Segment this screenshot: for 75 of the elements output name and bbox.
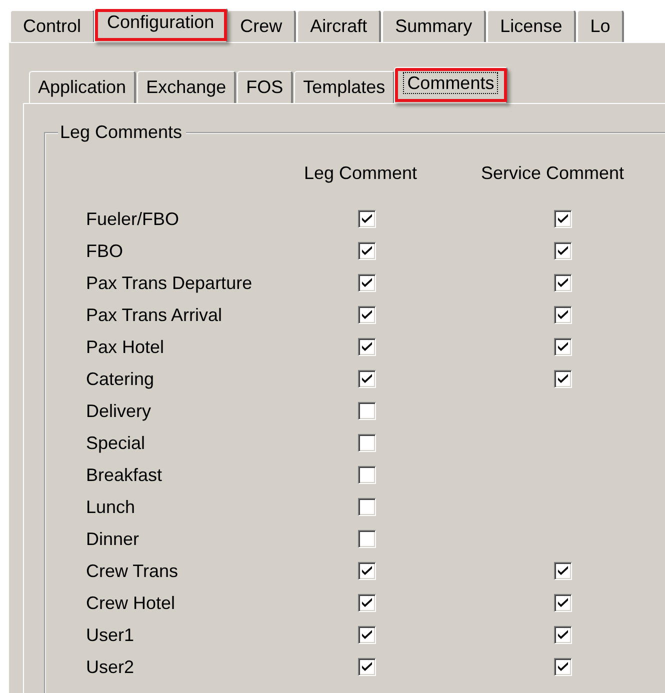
checkbox[interactable] [554, 242, 572, 260]
row-label: Pax Hotel [86, 336, 164, 356]
row-label: Crew Trans [86, 560, 178, 580]
checkmark-icon [558, 630, 568, 639]
checkbox[interactable] [554, 210, 572, 228]
checkbox[interactable] [358, 242, 376, 260]
checkbox[interactable] [358, 210, 376, 228]
checkbox[interactable] [554, 626, 572, 644]
checkmark-icon [558, 278, 568, 287]
checkbox[interactable] [358, 402, 376, 420]
row-label: Special [86, 432, 146, 452]
checkbox[interactable] [554, 562, 572, 580]
checkbox[interactable] [554, 338, 572, 356]
checkbox[interactable] [358, 466, 376, 484]
row-label: Crew Hotel [86, 592, 176, 612]
checkmark-icon [362, 342, 372, 351]
tab[interactable]: Summary [382, 10, 486, 42]
checkbox[interactable] [358, 626, 376, 644]
checkmark-icon [362, 246, 372, 255]
row-label: Pax Trans Arrival [86, 304, 222, 324]
checkmark-icon [558, 342, 568, 351]
checkbox[interactable] [554, 306, 572, 324]
checkmark-icon [362, 598, 372, 607]
row-label: Pax Trans Departure [86, 272, 252, 292]
checkbox[interactable] [358, 370, 376, 388]
checkmark-icon [362, 278, 372, 287]
row-label: User2 [86, 656, 134, 676]
checkmark-icon [558, 374, 568, 383]
row-label: Lunch [86, 496, 136, 516]
checkmark-icon [362, 630, 372, 639]
checkmark-icon [558, 598, 568, 607]
row-label: Fueler/FBO [86, 208, 180, 228]
checkbox[interactable] [358, 530, 376, 548]
checkbox[interactable] [358, 562, 376, 580]
tab[interactable]: FOS [237, 71, 294, 103]
checkbox[interactable] [554, 370, 572, 388]
checkmark-icon [558, 566, 568, 575]
row-label: Dinner [86, 528, 140, 548]
checkbox[interactable] [554, 274, 572, 292]
checkmark-icon [558, 246, 568, 255]
tab[interactable]: Crew [227, 10, 296, 42]
checkbox[interactable] [358, 306, 376, 324]
tab[interactable]: Exchange [137, 71, 236, 103]
checkbox[interactable] [358, 594, 376, 612]
tab[interactable]: Application [29, 71, 136, 103]
checkbox[interactable] [554, 594, 572, 612]
checkbox[interactable] [358, 274, 376, 292]
group-title: Leg Comments [59, 122, 184, 143]
checkmark-icon [362, 374, 372, 383]
checkbox[interactable] [358, 434, 376, 452]
tab[interactable]: Aircraft [297, 10, 382, 42]
tab[interactable]: License [487, 10, 576, 42]
row-label: Delivery [86, 400, 152, 420]
checkmark-icon [558, 310, 568, 319]
row-label: Breakfast [86, 464, 162, 484]
checkbox[interactable] [554, 658, 572, 676]
row-label: User1 [86, 624, 134, 644]
checkmark-icon [558, 214, 568, 223]
checkmark-icon [362, 566, 372, 575]
checkbox[interactable] [358, 498, 376, 516]
checkmark-icon [362, 214, 372, 223]
checkbox[interactable] [358, 658, 376, 676]
row-label: FBO [86, 240, 124, 260]
checkbox[interactable] [358, 338, 376, 356]
tab[interactable]: Templates [294, 71, 396, 103]
tab[interactable]: Lo [577, 10, 624, 42]
column-header: Leg Comment [304, 163, 418, 185]
checkmark-icon [558, 662, 568, 671]
tab[interactable]: Configuration [94, 8, 228, 42]
tab[interactable]: Comments [394, 67, 508, 103]
checkmark-icon [362, 310, 372, 319]
checkmark-icon [362, 662, 372, 671]
tab[interactable]: Control [10, 10, 96, 42]
column-header: Service Comment [481, 163, 626, 185]
row-label: Catering [86, 368, 154, 388]
